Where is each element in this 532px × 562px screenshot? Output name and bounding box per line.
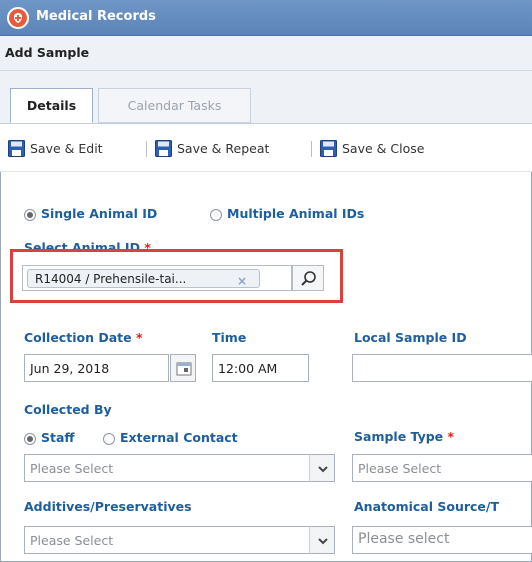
chevron-down-icon [318, 538, 328, 545]
radio-single-animal[interactable] [24, 209, 36, 221]
save-disk-icon [320, 139, 337, 157]
save-close-button[interactable]: Save & Close [320, 136, 424, 160]
additives-label: Additives/Preservatives [24, 499, 192, 514]
animal-id-tag: R14004 / Prehensile-tai... [27, 269, 260, 288]
dialog-header: Add Sample [0, 36, 532, 71]
multiple-animals-label: Multiple Animal IDs [227, 206, 365, 221]
additives-dropdown-button[interactable] [309, 526, 335, 554]
radio-external-contact[interactable] [103, 433, 115, 445]
time-label: Time [212, 330, 247, 345]
tab-details[interactable]: Details [10, 88, 93, 123]
sample-type-label: Sample Type * [354, 429, 455, 444]
chevron-down-icon [318, 466, 328, 473]
additives-select[interactable]: Please Select [24, 526, 310, 554]
window-title: Medical Records [36, 9, 156, 24]
collected-by-label: Collected By [24, 402, 112, 417]
save-repeat-button[interactable]: Save & Repeat [155, 136, 269, 160]
save-close-label: Save & Close [342, 140, 425, 156]
collection-date-label: Collection Date * [24, 330, 143, 345]
save-edit-button[interactable]: Save & Edit [8, 136, 103, 160]
save-repeat-label: Save & Repeat [177, 140, 270, 156]
calendar-icon [176, 362, 192, 376]
search-icon [301, 271, 316, 286]
radio-multiple-animals[interactable] [210, 209, 222, 221]
external-contact-label: External Contact [120, 430, 238, 445]
anatomical-source-select[interactable]: Please select [352, 526, 532, 554]
single-animal-label: Single Animal ID [41, 206, 158, 221]
local-sample-id-input[interactable] [352, 354, 532, 382]
anatomical-source-label: Anatomical Source/T [354, 499, 499, 514]
collected-by-select[interactable]: Please Select [24, 454, 310, 482]
sample-type-select[interactable]: Please Select [352, 454, 532, 482]
save-edit-label: Save & Edit [30, 140, 103, 156]
collected-by-dropdown-button[interactable] [309, 454, 335, 482]
remove-tag-icon[interactable]: × [237, 274, 247, 288]
time-input[interactable]: 12:00 AM [212, 354, 309, 382]
dialog-title: Add Sample [5, 45, 90, 60]
radio-staff[interactable] [24, 433, 36, 445]
save-disk-icon [8, 139, 25, 157]
animal-lookup-button[interactable] [292, 265, 324, 291]
collection-date-input[interactable]: Jun 29, 2018 [24, 354, 169, 382]
save-disk-icon [155, 139, 172, 157]
toolbar-separator [311, 141, 312, 157]
toolbar-separator [146, 141, 147, 157]
title-bar: Medical Records [0, 0, 532, 36]
tab-calendar-tasks[interactable]: Calendar Tasks [98, 88, 251, 123]
app-logo-icon [7, 7, 29, 29]
local-sample-id-label: Local Sample ID [354, 330, 467, 345]
staff-label: Staff [41, 430, 75, 445]
calendar-button[interactable] [170, 354, 196, 382]
